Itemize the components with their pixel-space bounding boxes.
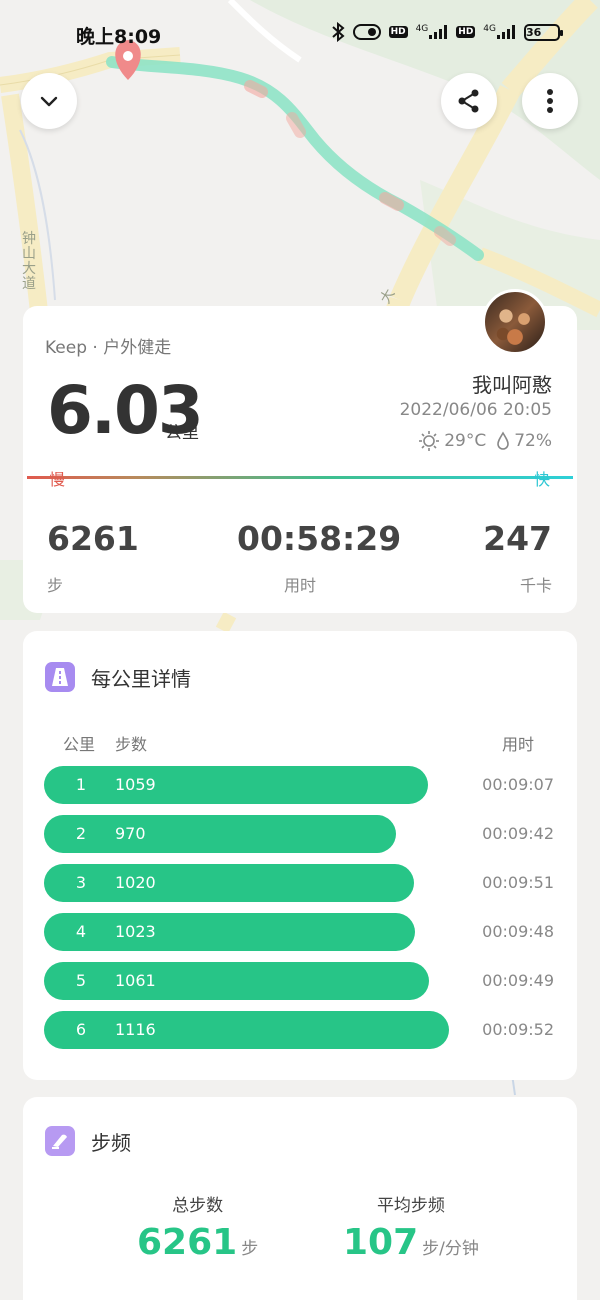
split-steps: 1023 [115, 922, 156, 941]
avg-cadence-label: 平均步频 [376, 1196, 445, 1216]
pace-fast-label: 快 [533, 470, 550, 489]
split-km: 4 [75, 922, 87, 941]
battery-icon: 36 [524, 23, 563, 41]
hd-badge: HD [388, 26, 408, 38]
stat-calories: 247 千卡 [483, 519, 552, 596]
pace-gradient-bar [27, 476, 573, 479]
split-time: 00:09:49 [482, 971, 554, 990]
split-row: 5 1061 00:09:49 [44, 962, 554, 1000]
collapse-button[interactable] [21, 73, 77, 129]
split-row: 4 1023 00:09:48 [44, 913, 554, 951]
split-row: 3 1020 00:09:51 [44, 864, 554, 902]
split-row: 2 970 00:09:42 [44, 815, 554, 853]
avg-cadence-stat: 平均步频 107 步/分钟 [343, 1191, 479, 1263]
steps-value: 6261 [47, 519, 139, 558]
split-steps: 1020 [115, 873, 156, 892]
pace-slow-label: 慢 [49, 470, 66, 489]
split-km: 6 [75, 1020, 87, 1039]
split-steps: 1116 [115, 1020, 156, 1039]
stat-steps: 6261 步 [47, 519, 139, 596]
avg-cadence-value: 107 [343, 1222, 419, 1263]
split-time: 00:09:52 [482, 1020, 554, 1039]
toggle-icon [352, 23, 381, 41]
stat-duration: 00:58:29 用时 [237, 519, 402, 596]
splits-title: 每公里详情 [91, 666, 191, 691]
status-bar: 晚上8:09 HD 4G HD 4G 36 [0, 0, 600, 64]
road-icon [45, 662, 75, 692]
status-time: 晚上8:09 [76, 26, 162, 48]
split-steps: 1059 [115, 775, 156, 794]
split-row: 1 1059 00:09:07 [44, 766, 554, 804]
split-steps: 1061 [115, 971, 156, 990]
split-row: 6 1116 00:09:52 [44, 1011, 554, 1049]
steps-label: 步 [47, 576, 64, 595]
bluetooth-icon [331, 22, 345, 42]
calories-label: 千卡 [519, 576, 552, 595]
humidity-icon [496, 431, 510, 451]
distance-unit: 公里 [165, 423, 199, 443]
share-icon [458, 89, 479, 113]
split-time: 00:09:51 [482, 873, 554, 892]
total-steps-unit: 步 [241, 1239, 259, 1259]
split-time: 00:09:48 [482, 922, 554, 941]
avatar[interactable] [482, 289, 548, 355]
splits-col-time: 用时 [501, 735, 534, 754]
share-button[interactable] [441, 73, 497, 129]
total-steps-value: 6261 [137, 1222, 238, 1263]
signal-4g-icon: 4G [416, 24, 449, 40]
road-label: 钟山大道 [22, 231, 36, 292]
signal-4g-icon: 4G [483, 24, 516, 40]
weather-info: 29°C 72% [418, 430, 552, 452]
split-km: 2 [75, 824, 87, 843]
more-button[interactable] [522, 73, 578, 129]
total-steps-stat: 总步数 6261 步 [137, 1191, 258, 1263]
sun-icon [418, 430, 440, 452]
workout-summary-card: Keep · 户外健走 6.03 公里 我叫阿憨 2022/06/06 20:0… [23, 289, 577, 613]
status-icons: HD 4G HD 4G 36 [331, 22, 563, 42]
splits-header: 每公里详情 [45, 662, 191, 692]
humidity: 72% [514, 431, 552, 451]
splits-col-km: 公里 [63, 735, 96, 754]
total-steps-label: 总步数 [172, 1196, 224, 1216]
chevron-down-icon [40, 96, 58, 107]
cadence-card: 步频 总步数 6261 步 平均步频 107 步/分钟 [23, 1097, 577, 1300]
hd-badge: HD [456, 26, 476, 38]
split-time: 00:09:07 [482, 775, 554, 794]
splits-col-steps: 步数 [115, 735, 148, 754]
cadence-title: 步频 [91, 1130, 131, 1155]
duration-label: 用时 [283, 576, 316, 595]
workout-datetime: 2022/06/06 20:05 [399, 400, 552, 420]
splits-card: 每公里详情 公里 步数 用时 1 1059 00:09:07 2 970 00:… [23, 631, 577, 1080]
more-vertical-icon [547, 89, 553, 113]
sport-type: Keep · 户外健走 [45, 338, 172, 358]
user-name: 我叫阿憨 [472, 373, 552, 397]
avg-cadence-unit: 步/分钟 [422, 1239, 479, 1259]
duration-value: 00:58:29 [237, 519, 402, 558]
calories-value: 247 [483, 519, 552, 558]
temperature: 29°C [444, 431, 487, 451]
split-km: 3 [75, 873, 87, 892]
shoe-icon [45, 1126, 75, 1156]
split-time: 00:09:42 [482, 824, 554, 843]
split-steps: 970 [115, 824, 146, 843]
split-km: 1 [75, 775, 87, 794]
split-km: 5 [75, 971, 87, 990]
cadence-header: 步频 [45, 1126, 131, 1156]
